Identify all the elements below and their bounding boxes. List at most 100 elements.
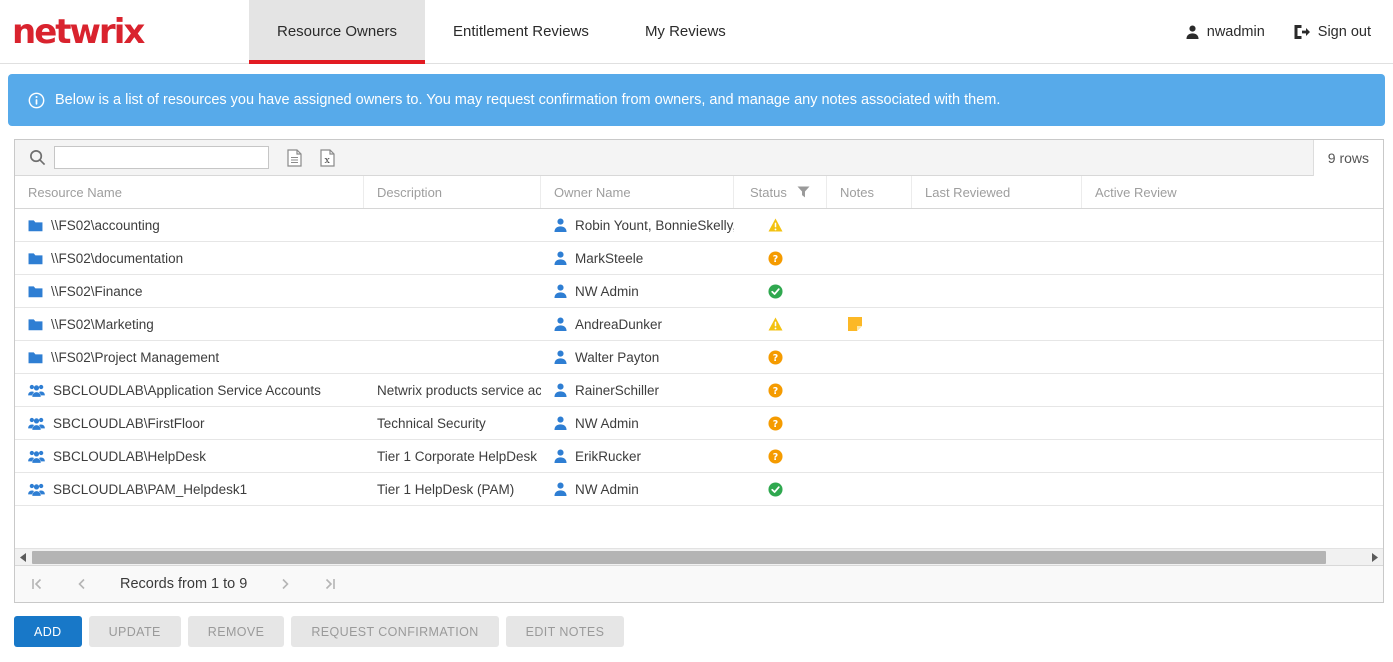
note-icon[interactable] — [848, 317, 862, 331]
resource-name: \\FS02\Finance — [51, 283, 143, 299]
prev-page-button[interactable] — [77, 578, 86, 590]
resource-name: SBCLOUDLAB\FirstFloor — [53, 415, 205, 431]
export-excel-icon[interactable]: x — [320, 148, 335, 167]
svg-text:?: ? — [773, 385, 778, 396]
folder-icon — [28, 285, 43, 298]
resource-name: SBCLOUDLAB\Application Service Accounts — [53, 382, 321, 398]
page: netwrix Resource Owners Entitlement Revi… — [0, 0, 1393, 662]
scroll-left-arrow-icon[interactable] — [15, 549, 32, 566]
export-document-icon[interactable] — [287, 148, 302, 167]
tab-entitlement-reviews[interactable]: Entitlement Reviews — [425, 0, 617, 63]
owner-name: MarkSteele — [575, 250, 644, 266]
owner-name: NW Admin — [575, 283, 639, 299]
logo-text: netwrix — [12, 11, 145, 52]
grid-empty-space — [15, 506, 1383, 548]
resource-name: \\FS02\accounting — [51, 217, 160, 233]
horizontal-scrollbar[interactable] — [15, 548, 1383, 565]
table-row[interactable]: SBCLOUDLAB\FirstFloor Technical Security… — [15, 407, 1383, 440]
description: Tier 1 HelpDesk (PAM) — [377, 481, 515, 497]
status-ok-icon — [768, 481, 783, 497]
col-label: Owner Name — [554, 184, 631, 200]
sign-out-label: Sign out — [1317, 23, 1371, 40]
col-description[interactable]: Description — [364, 176, 541, 208]
remove-button[interactable]: REMOVE — [187, 616, 285, 647]
owner-name: RainerSchiller — [575, 382, 660, 398]
table-row[interactable]: \\FS02\accounting Robin Yount, BonnieSke… — [15, 209, 1383, 242]
request-confirmation-button[interactable]: REQUEST CONFIRMATION — [291, 616, 499, 647]
next-page-button[interactable] — [281, 578, 290, 590]
col-label: Active Review — [1095, 184, 1177, 200]
pager-label: Records from 1 to 9 — [120, 576, 248, 592]
search-input[interactable] — [54, 146, 269, 169]
resource-name: \\FS02\Project Management — [51, 349, 220, 365]
col-last-reviewed[interactable]: Last Reviewed — [912, 176, 1082, 208]
person-icon — [554, 284, 567, 298]
person-icon — [554, 449, 567, 463]
first-page-button[interactable] — [31, 578, 43, 590]
status-question-icon: ? — [768, 349, 783, 365]
owner-name: AndreaDunker — [575, 316, 663, 332]
folder-icon — [28, 318, 43, 331]
group-icon — [28, 384, 45, 397]
info-banner: Below is a list of resources you have as… — [8, 74, 1385, 126]
sign-out-icon — [1293, 24, 1310, 40]
status-question-icon: ? — [768, 448, 783, 464]
description: Netwrix products service ac — [377, 382, 541, 398]
table-row[interactable]: \\FS02\Marketing AndreaDunker — [15, 308, 1383, 341]
col-resource-name[interactable]: Resource Name — [15, 176, 364, 208]
col-label: Notes — [840, 184, 874, 200]
description: Tier 1 Corporate HelpDesk — [377, 448, 538, 464]
person-icon — [554, 317, 567, 331]
table-row[interactable]: SBCLOUDLAB\PAM_Helpdesk1 Tier 1 HelpDesk… — [15, 473, 1383, 506]
filter-funnel-icon[interactable] — [797, 186, 810, 198]
col-status[interactable]: Status — [734, 176, 827, 208]
person-icon — [554, 383, 567, 397]
folder-icon — [28, 252, 43, 265]
col-active-review[interactable]: Active Review — [1082, 176, 1383, 208]
group-icon — [28, 483, 45, 496]
svg-text:?: ? — [773, 253, 778, 264]
user-area: nwadmin Sign out — [1186, 0, 1393, 63]
tab-my-reviews[interactable]: My Reviews — [617, 0, 754, 63]
status-question-icon: ? — [768, 415, 783, 431]
last-page-button[interactable] — [324, 578, 336, 590]
current-user: nwadmin — [1186, 24, 1265, 40]
edit-notes-button[interactable]: EDIT NOTES — [505, 616, 625, 647]
table-row[interactable]: SBCLOUDLAB\HelpDesk Tier 1 Corporate Hel… — [15, 440, 1383, 473]
col-owner-name[interactable]: Owner Name — [541, 176, 734, 208]
table-row[interactable]: \\FS02\Project Management Walter Payton … — [15, 341, 1383, 374]
col-notes[interactable]: Notes — [827, 176, 912, 208]
status-ok-icon — [768, 283, 783, 299]
svg-text:x: x — [325, 155, 331, 166]
tab-label: Entitlement Reviews — [453, 23, 589, 40]
person-icon — [554, 416, 567, 430]
row-count-label: 9 rows — [1327, 149, 1369, 166]
scrollbar-thumb[interactable] — [32, 550, 1326, 564]
table-row[interactable]: SBCLOUDLAB\Application Service Accounts … — [15, 374, 1383, 407]
sign-out-button[interactable]: Sign out — [1293, 24, 1371, 40]
table-row[interactable]: \\FS02\documentation MarkSteele ? — [15, 242, 1383, 275]
owner-name: Walter Payton — [575, 349, 660, 365]
status-question-icon: ? — [768, 250, 783, 266]
status-warning-icon — [768, 218, 783, 232]
resource-name: \\FS02\documentation — [51, 250, 184, 266]
update-button[interactable]: UPDATE — [88, 616, 181, 647]
folder-icon — [28, 219, 43, 232]
username: nwadmin — [1206, 23, 1265, 40]
app-header: netwrix Resource Owners Entitlement Revi… — [0, 0, 1393, 64]
col-label: Resource Name — [28, 184, 122, 200]
add-button[interactable]: ADD — [14, 616, 82, 647]
user-icon — [1186, 25, 1199, 39]
resource-name: SBCLOUDLAB\PAM_Helpdesk1 — [53, 481, 248, 497]
resource-name: SBCLOUDLAB\HelpDesk — [53, 448, 207, 464]
scroll-right-arrow-icon[interactable] — [1366, 549, 1383, 566]
resource-name: \\FS02\Marketing — [51, 316, 154, 332]
owner-name: NW Admin — [575, 481, 639, 497]
row-count: 9 rows — [1312, 139, 1383, 176]
action-buttons: ADD UPDATE REMOVE REQUEST CONFIRMATION E… — [14, 616, 1393, 647]
owner-name: NW Admin — [575, 415, 639, 431]
table-row[interactable]: \\FS02\Finance NW Admin — [15, 275, 1383, 308]
netwrix-logo: netwrix — [0, 0, 249, 63]
group-icon — [28, 417, 45, 430]
tab-resource-owners[interactable]: Resource Owners — [249, 0, 426, 64]
